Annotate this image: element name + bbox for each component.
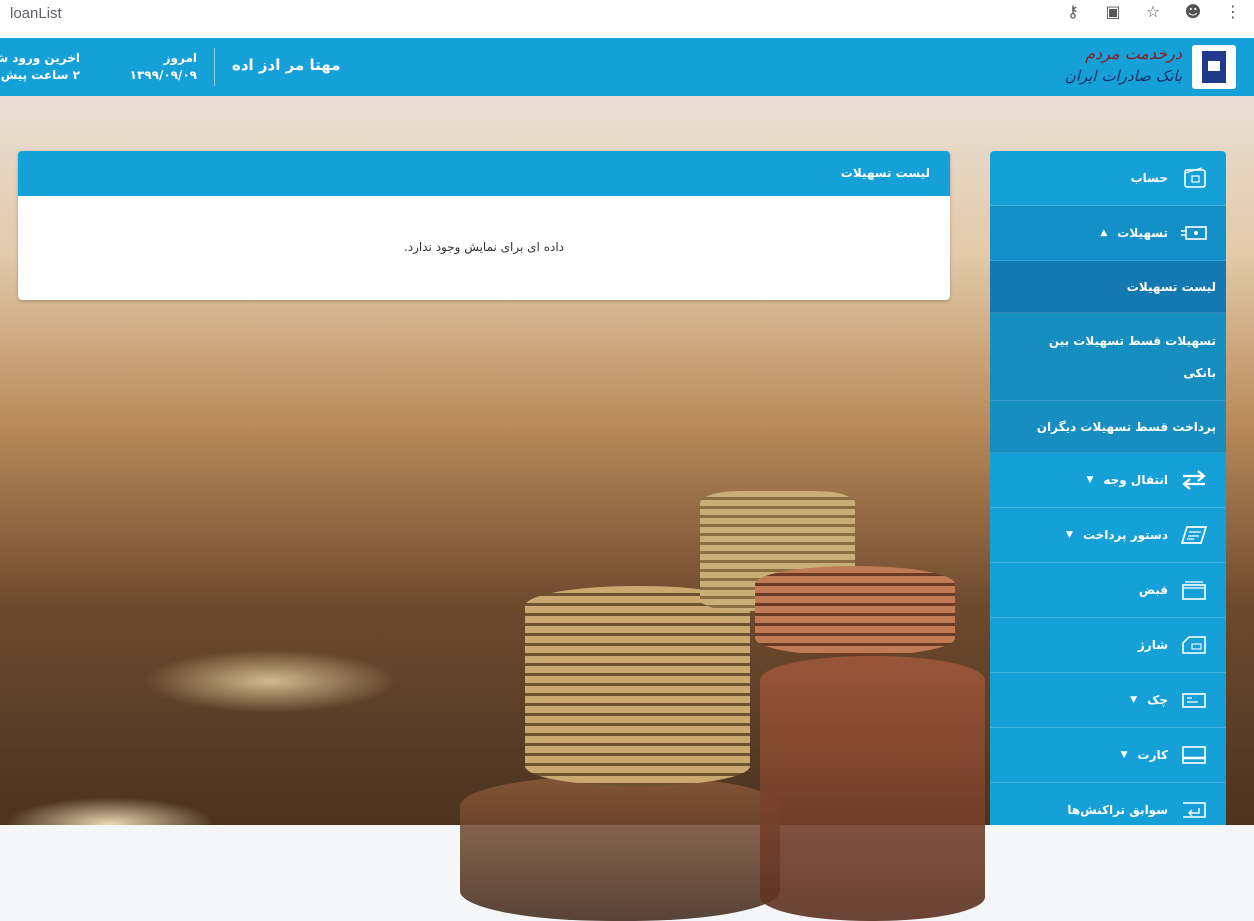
tab-title: loanList (10, 5, 62, 22)
sidebar-item-history[interactable]: سوابق تراکنش‌ها (990, 783, 1226, 825)
transfer-arrows-icon (1180, 470, 1208, 490)
profile-icon[interactable]: ☻ (1180, 2, 1206, 21)
sidebar-item-charge[interactable]: شارژ (990, 618, 1226, 673)
today-info: امروز ۱۳۹۹/۰۹/۰۹ (122, 50, 197, 84)
sidebar-subitem-loan-list[interactable]: لیست تسهیلات (990, 261, 1226, 313)
bank-logo-slogan: درخدمت مردم (1085, 44, 1182, 63)
panel-title: لیست تسهیلات (18, 151, 950, 196)
sidebar-item-label: تسهیلات (1117, 226, 1168, 240)
sidebar-item-label: دستور پرداخت (1082, 528, 1168, 542)
coin-stack-image (460, 776, 780, 921)
last-login-label: اخرین ورود ش (0, 51, 80, 65)
coin-stack-image (525, 586, 750, 786)
coin-stack-image (755, 566, 955, 656)
bill-icon (1180, 580, 1208, 600)
user-name: مهتا مر ادز اده (232, 56, 341, 74)
header-divider (214, 48, 215, 86)
wallet-icon (1180, 167, 1208, 188)
sidebar-subitem-label-cont: بانکی (1183, 366, 1216, 380)
history-icon (1180, 800, 1208, 820)
sidebar-item-payment-order[interactable]: دستور پرداخت ▼ (990, 508, 1226, 563)
empty-state-message: داده ای برای نمایش وجود ندارد. (403, 240, 565, 254)
image-blocked-icon[interactable]: ▣ (1100, 2, 1126, 21)
cash-icon (1180, 223, 1208, 243)
chevron-up-icon: ▲ (1100, 228, 1108, 238)
sidebar-item-label: قبض (1138, 583, 1168, 597)
today-label: امروز (163, 51, 197, 65)
sidebar-subitem-pay-others[interactable]: پرداخت قسط تسهیلات دیگران (990, 401, 1226, 453)
chevron-down-icon: ▼ (1130, 695, 1138, 705)
sidebar-item-card[interactable]: کارت ▼ (990, 728, 1226, 783)
credit-card-icon (1180, 745, 1208, 765)
cheque-icon (1180, 690, 1208, 710)
sidebar-subitem-interbank[interactable]: تسهیلات قسط تسهیلات بین بانکی (990, 313, 1226, 401)
star-icon[interactable]: ☆ (1140, 2, 1166, 21)
sidebar-item-label: چک (1147, 693, 1168, 707)
sidebar-item-label: انتقال وجه (1103, 473, 1168, 487)
payment-order-icon (1180, 525, 1208, 545)
browser-actions: ⚷ ▣ ☆ ☻ ⋮ (1060, 2, 1246, 21)
sidebar-item-label: شارژ (1137, 638, 1168, 652)
coin-stack-image (760, 656, 985, 921)
last-login-value: ۲ ساعت پیش (0, 68, 80, 82)
key-icon[interactable]: ⚷ (1060, 2, 1086, 21)
sidebar-subitem-label: لیست تسهیلات (1126, 280, 1216, 294)
sidebar-menu: حساب تسهیلات ▲ لیست تسهیلات تسهیلات قسط … (990, 151, 1226, 825)
sidebar-item-account[interactable]: حساب (990, 151, 1226, 206)
chevron-down-icon: ▼ (1086, 475, 1094, 485)
bank-logo-mark (1192, 45, 1236, 89)
sidebar-item-cheque[interactable]: چک ▼ (990, 673, 1226, 728)
browser-toolbar: loanList ⚷ ▣ ☆ ☻ ⋮ (0, 0, 1254, 39)
bank-logo[interactable]: درخدمت مردم بانک صادرات ایران (1044, 43, 1244, 93)
sidebar-item-bill[interactable]: قبض (990, 563, 1226, 618)
bank-logo-text: درخدمت مردم بانک صادرات ایران (1065, 43, 1182, 87)
app-header: درخدمت مردم بانک صادرات ایران مهتا مر اد… (0, 38, 1254, 96)
today-date: ۱۳۹۹/۰۹/۰۹ (129, 68, 197, 82)
chevron-down-icon: ▼ (1120, 750, 1128, 760)
bank-logo-name: بانک صادرات ایران (1064, 67, 1182, 85)
sidebar-item-label: حساب (1130, 171, 1168, 185)
sim-card-icon (1180, 635, 1208, 655)
sidebar-item-facilities[interactable]: تسهیلات ▲ (990, 206, 1226, 261)
sidebar-item-label: کارت (1137, 748, 1168, 762)
sidebar-item-label: سوابق تراکنش‌ها (1067, 803, 1168, 817)
sidebar-subitem-label: پرداخت قسط تسهیلات دیگران (1036, 420, 1216, 434)
more-vert-icon[interactable]: ⋮ (1220, 2, 1246, 21)
loan-list-panel: لیست تسهیلات داده ای برای نمایش وجود ندا… (18, 151, 950, 300)
sidebar-subitem-label: تسهیلات قسط تسهیلات بین (1048, 334, 1216, 348)
last-login-info: اخرین ورود ش ۲ ساعت پیش (0, 50, 80, 84)
chevron-down-icon: ▼ (1066, 530, 1073, 540)
sidebar-item-transfer[interactable]: انتقال وجه ▼ (990, 453, 1226, 508)
